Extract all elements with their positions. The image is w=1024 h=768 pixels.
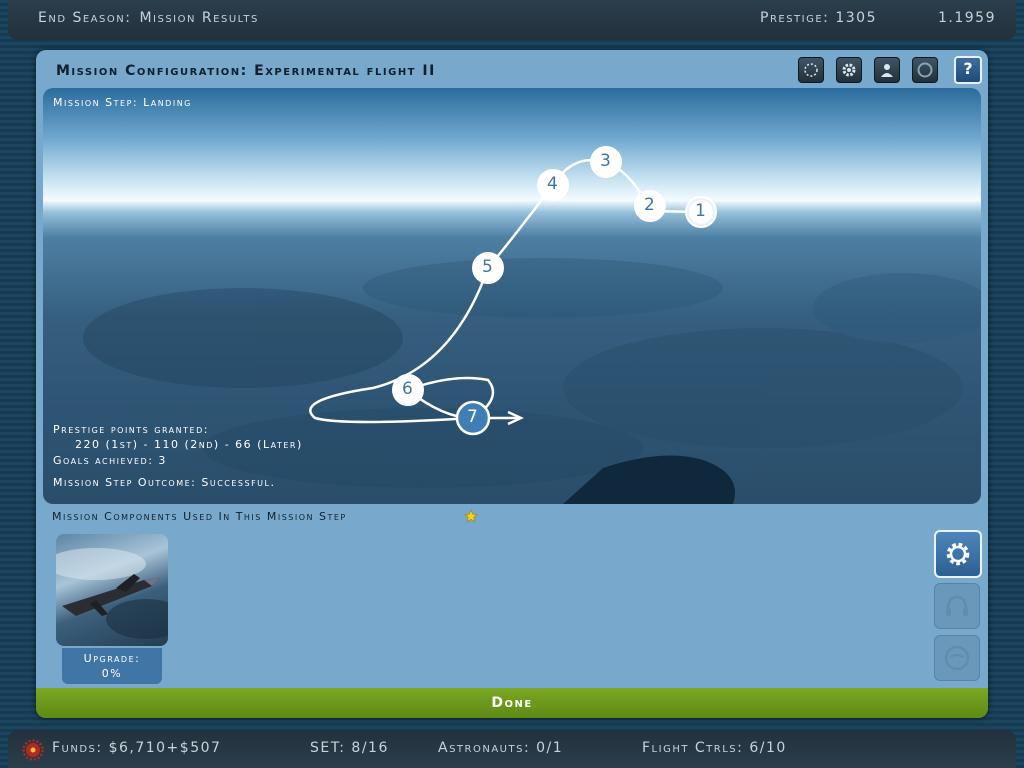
dial-icon-button[interactable] bbox=[798, 57, 824, 83]
prestige-granted-label: Prestige points granted: bbox=[53, 423, 209, 436]
season-title: End Season: Mission Results bbox=[38, 10, 259, 26]
astronauts-display: Astronauts: 0/1 bbox=[438, 740, 564, 756]
funds-display: Funds: $6,710+$507 bbox=[52, 740, 222, 756]
person-icon bbox=[881, 64, 893, 77]
upgrade-value: 0% bbox=[101, 667, 123, 680]
mission-panel: Mission Configuration: Experimental flig… bbox=[36, 50, 988, 718]
waypoint-label-1: 1 bbox=[695, 201, 706, 221]
gear-icon-button[interactable] bbox=[836, 57, 862, 83]
side-headset-button[interactable] bbox=[934, 583, 980, 629]
mission-step-outcome: Mission Step Outcome: Successful. bbox=[53, 476, 276, 489]
gear-icon bbox=[842, 63, 856, 77]
person-icon-button[interactable] bbox=[874, 57, 900, 83]
waypoint-label-2: 2 bbox=[644, 195, 655, 215]
flight-controllers-display: Flight Ctrls: 6/10 bbox=[642, 740, 787, 756]
side-helmet-button[interactable] bbox=[934, 635, 980, 681]
waypoint-label-7: 7 bbox=[467, 407, 478, 427]
helmet-icon bbox=[944, 645, 970, 671]
waypoint-label-3: 3 bbox=[600, 151, 611, 171]
agency-emblem-icon[interactable] bbox=[22, 739, 44, 761]
dial-icon bbox=[804, 63, 818, 77]
help-icon[interactable]: ? bbox=[954, 56, 982, 84]
upgrade-status: Upgrade: 0% bbox=[62, 648, 162, 684]
prestige-granted-values: 220 (1st) - 110 (2nd) - 66 (Later) bbox=[75, 438, 303, 451]
season-title-label: End Season: bbox=[38, 10, 132, 26]
set-display: SET: 8/16 bbox=[310, 740, 389, 756]
waypoint-label-5: 5 bbox=[482, 257, 493, 277]
waypoint-label-4: 4 bbox=[547, 174, 558, 194]
waypoint-label-6: 6 bbox=[402, 379, 413, 399]
side-gear-button[interactable] bbox=[934, 530, 982, 578]
goals-achieved: Goals achieved: 3 bbox=[53, 454, 167, 467]
season-subtitle: Mission Results bbox=[139, 10, 259, 26]
mission-step-label: Mission Step: Landing bbox=[53, 96, 192, 109]
panel-title: Mission Configuration: Experimental flig… bbox=[56, 63, 436, 79]
helmet-icon bbox=[917, 62, 933, 78]
game-date: 1.1959 bbox=[938, 10, 996, 26]
helmet-icon-button[interactable] bbox=[912, 57, 938, 83]
top-bar: End Season: Mission Results Prestige: 130… bbox=[8, 0, 1016, 40]
mission-scene: 1 2 3 4 5 6 7 Mission Step: Landing Pres… bbox=[43, 88, 981, 504]
prestige-counter: Prestige: 1305 bbox=[760, 10, 877, 26]
upgrade-label: Upgrade: bbox=[83, 652, 141, 665]
component-thumbnail[interactable] bbox=[56, 534, 168, 646]
components-heading: Mission Components Used In This Mission … bbox=[52, 510, 347, 523]
star-icon bbox=[464, 509, 478, 523]
headset-icon bbox=[946, 595, 968, 616]
done-button[interactable]: Done bbox=[36, 688, 988, 718]
bottom-bar: Funds: $6,710+$507 SET: 8/16 Astronauts:… bbox=[8, 730, 1016, 768]
gear-icon bbox=[946, 542, 970, 566]
rocket-plane-image bbox=[56, 548, 168, 639]
